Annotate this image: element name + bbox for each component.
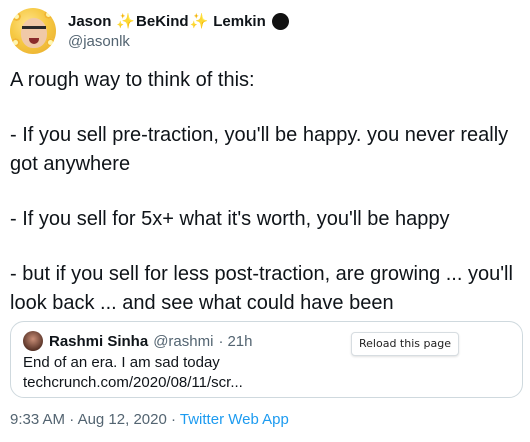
footer-separator: ·: [69, 411, 75, 428]
source-app-link[interactable]: Twitter Web App: [180, 411, 289, 428]
tweet-date[interactable]: Aug 12, 2020: [78, 411, 167, 428]
avatar-flower-icon: [11, 38, 20, 47]
tweet-time[interactable]: 9:33 AM: [10, 411, 65, 428]
tweet-footer: 9:33 AM · Aug 12, 2020 · Twitter Web App: [10, 410, 289, 430]
avatar-flower-icon: [44, 10, 53, 19]
author-handle[interactable]: @jasonlk: [68, 32, 289, 51]
tweet-card: Jason ✨ BeKind ✨ Lemkin @jasonlk A rough…: [0, 0, 530, 442]
tweet-paragraph: - but if you sell for less post-traction…: [10, 263, 513, 314]
quoted-time: 21h: [227, 332, 253, 350]
author-name-middle: BeKind: [136, 12, 189, 30]
black-dot-badge-icon: [271, 12, 289, 30]
author-name-first: Jason: [68, 12, 112, 30]
quoted-link: techcrunch.com/2020/08/11/scr...: [23, 374, 243, 391]
quoted-author-name: Rashmi Sinha: [49, 332, 149, 350]
tweet-body: A rough way to think of this: - If you s…: [10, 66, 522, 318]
footer-separator: ·: [170, 411, 176, 428]
author-display-name[interactable]: Jason ✨ BeKind ✨ Lemkin: [68, 12, 289, 31]
reload-page-button[interactable]: Reload this page: [351, 332, 459, 356]
author-names: Jason ✨ BeKind ✨ Lemkin @jasonlk: [68, 12, 289, 51]
avatar-flower-icon: [46, 38, 55, 47]
sparkle-icon: ✨: [189, 12, 209, 30]
author-avatar[interactable]: [10, 8, 56, 54]
author-name-last: Lemkin: [213, 12, 266, 30]
quoted-author-handle: @rashmi: [153, 332, 214, 350]
tweet-header: Jason ✨ BeKind ✨ Lemkin @jasonlk: [10, 6, 289, 56]
quoted-text-line: End of an era. I am sad today: [23, 354, 220, 371]
quoted-tweet[interactable]: Rashmi Sinha @rashmi · 21h End of an era…: [10, 321, 523, 398]
quoted-separator: ·: [218, 332, 224, 350]
tweet-paragraph: - If you sell for 5x+ what it's worth, y…: [10, 208, 450, 230]
quoted-author-avatar: [23, 331, 43, 351]
sparkle-icon: ✨: [116, 12, 136, 30]
avatar-glasses: [22, 26, 46, 35]
avatar-flower-icon: [12, 12, 21, 21]
tweet-paragraph: A rough way to think of this:: [10, 69, 255, 91]
tweet-paragraph: - If you sell pre-traction, you'll be ha…: [10, 124, 509, 175]
